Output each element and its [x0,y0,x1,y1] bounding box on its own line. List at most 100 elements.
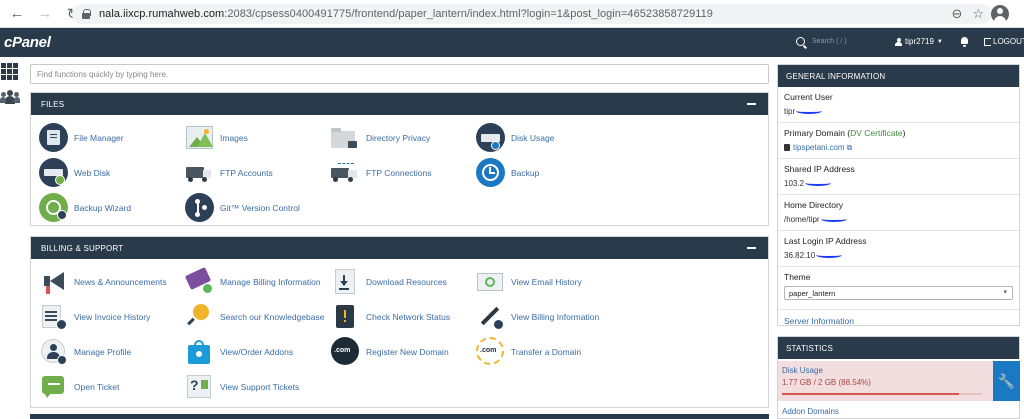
web-disk-icon [39,158,68,187]
news-announcements-link[interactable]: News & Announcements [39,267,167,296]
images-icon [185,123,214,152]
network-status-icon [331,302,360,331]
ftp-accounts-link[interactable]: FTP Accounts [185,158,273,187]
last-login-row: Last Login IP Address 36.82.10 [778,231,1019,267]
wrench-icon[interactable]: 🔧 [993,361,1020,401]
profile-avatar-icon[interactable] [991,5,1009,23]
logout-button[interactable]: LOGOUT [984,37,1024,46]
megaphone-icon [39,267,68,296]
files-panel: FILES File Manager Images Directory Priv… [30,92,769,226]
view-support-tickets-link[interactable]: ? View Support Tickets [185,372,299,401]
download-resources-link[interactable]: Download Resources [331,267,447,296]
server-information-link[interactable]: Server Information [778,310,1019,332]
shared-ip-row: Shared IP Address 103.2 [778,159,1019,195]
redaction-scribble [796,108,823,114]
user-icon [895,37,902,46]
folder-lock-icon [331,123,360,152]
web-disk-link[interactable]: Web Disk [39,158,110,187]
statistics-panel: STATISTICS Disk Usage 1.77 GB / 2 GB (88… [777,336,1020,419]
search-icon [796,37,805,46]
theme-row: Theme paper_lantern [778,267,1019,310]
manage-billing-link[interactable]: Manage Billing Information [184,267,321,296]
transfer-domain-link[interactable]: .com Transfer a Domain [476,337,581,366]
current-user-row: Current User tipr [778,87,1019,123]
invoice-icon [39,302,68,331]
lock-icon [82,9,91,19]
browser-toolbar: ← → ↻ nala.iixcp.rumahweb.com:2083/cpses… [0,0,1024,28]
grid-icon[interactable] [1,63,18,80]
find-functions-input[interactable]: Find functions quickly by typing here. [30,64,769,84]
general-information-panel: GENERAL INFORMATION Current User tipr Pr… [777,64,1020,326]
lock-icon [784,144,790,151]
credit-card-icon [184,267,214,296]
directory-privacy-link[interactable]: Directory Privacy [331,123,430,152]
theme-select[interactable]: paper_lantern [784,286,1013,300]
billing-info-icon [476,302,505,331]
redaction-scribble [816,252,843,258]
collapse-icon[interactable] [747,247,756,249]
address-bar[interactable]: nala.iixcp.rumahweb.com:2083/cpsess04004… [72,4,992,24]
dotcom-icon: .com [331,337,360,366]
open-ticket-link[interactable]: Open Ticket [39,372,119,401]
bookmark-star-icon[interactable]: ☆ [972,6,984,22]
disk-usage-link[interactable]: Disk Usage [476,123,554,152]
profile-icon [39,337,68,366]
git-icon [185,193,214,222]
ftp-connections-link[interactable]: FTP Connections [331,158,432,187]
backup-wizard-link[interactable]: Backup Wizard [39,193,131,222]
backup-link[interactable]: Backup [476,158,539,187]
transfer-domain-icon: .com [476,337,505,366]
search-knowledgebase-link[interactable]: Search our Knowledgebase [185,302,324,331]
shopping-bag-icon [185,337,214,366]
support-tickets-icon: ? [185,372,214,401]
primary-domain-link[interactable]: tipspetani.com [793,143,845,152]
view-invoice-history-link[interactable]: View Invoice History [39,302,150,331]
dv-certificate-link[interactable]: DV Certificate [850,128,902,138]
view-order-addons-link[interactable]: View/Order Addons [185,337,293,366]
collapse-icon[interactable] [747,103,756,105]
back-arrow-icon[interactable]: ← [6,3,28,25]
billing-support-panel: BILLING & SUPPORT News & Announcements M… [30,236,769,408]
images-link[interactable]: Images [185,123,248,152]
users-icon[interactable] [0,90,20,104]
disk-usage-stat[interactable]: Disk Usage 1.77 GB / 2 GB (88.54%) [778,361,993,401]
search-placeholder: Search ( / ) [812,38,847,45]
user-menu[interactable]: tipr2719 ▼ [895,37,943,46]
primary-domain-row: Primary Domain (DV Certificate) tipspeta… [778,123,1019,159]
cpanel-topbar: cPanel Search ( / ) tipr2719 ▼ LOGOUT [0,28,1024,57]
addon-domains-link[interactable]: Addon Domains [782,407,839,416]
username: tipr2719 [905,37,934,46]
email-history-icon [476,267,505,296]
home-directory-row: Home Directory /home/tipr [778,195,1019,231]
billing-panel-header[interactable]: BILLING & SUPPORT [31,237,768,259]
url-text: nala.iixcp.rumahweb.com:2083/cpsess04004… [99,8,713,20]
left-sidebar [0,57,24,419]
general-info-header: GENERAL INFORMATION [778,65,1019,87]
ticket-icon [39,372,68,401]
view-billing-information-link[interactable]: View Billing Information [476,302,599,331]
zoom-icon[interactable]: ⊖ [951,6,962,22]
forward-arrow-icon[interactable]: → [34,3,56,25]
git-version-control-link[interactable]: Git™ Version Control [185,193,300,222]
backup-clock-icon [476,158,505,187]
caret-down-icon: ▼ [936,38,943,45]
register-new-domain-link[interactable]: .com Register New Domain [331,337,449,366]
disk-usage-icon [476,123,505,152]
external-link-icon[interactable]: ⧉ [847,143,853,152]
view-email-history-link[interactable]: View Email History [476,267,582,296]
file-manager-link[interactable]: File Manager [39,123,124,152]
cpanel-logo[interactable]: cPanel [4,34,51,51]
disk-usage-fill [782,393,960,395]
manage-profile-link[interactable]: Manage Profile [39,337,131,366]
download-icon [331,267,360,296]
lightbulb-icon [185,302,214,331]
ftp-connections-icon [331,158,360,187]
backup-wizard-icon [39,193,68,222]
ftp-accounts-icon [185,158,214,187]
logout-icon [984,37,991,46]
files-panel-header[interactable]: FILES [31,93,768,115]
bell-icon[interactable] [960,37,969,47]
check-network-status-link[interactable]: Check Network Status [331,302,450,331]
redaction-scribble [805,180,832,186]
topbar-search[interactable]: Search ( / ) [796,37,847,46]
